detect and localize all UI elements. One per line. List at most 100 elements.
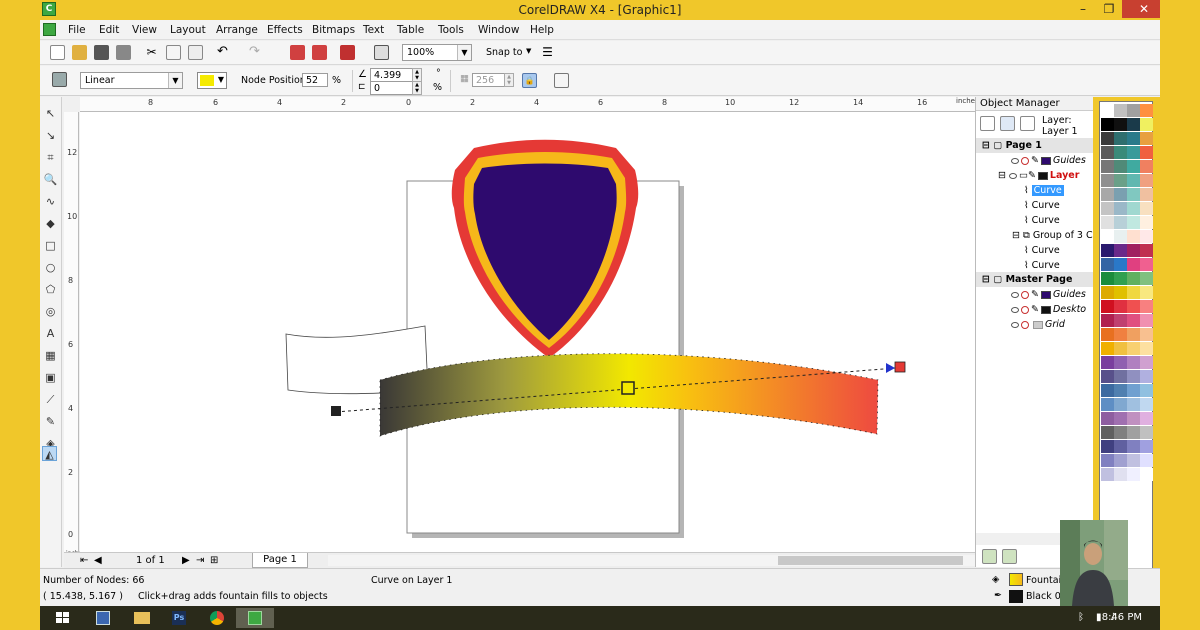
fill-type-combo[interactable]: Linear ▼ — [80, 72, 183, 89]
edge-pad-input[interactable]: 0 ▲ ▼ — [370, 81, 422, 95]
palette-swatch[interactable] — [1114, 230, 1127, 243]
palette-swatch[interactable] — [1114, 454, 1127, 467]
palette-swatch[interactable] — [1101, 286, 1114, 299]
open-folder-icon[interactable] — [72, 45, 87, 60]
taskbar-floppy-icon[interactable] — [84, 608, 122, 628]
palette-swatch[interactable] — [1127, 314, 1140, 327]
palette-swatch[interactable] — [1140, 328, 1153, 341]
palette-swatch[interactable] — [1140, 440, 1153, 453]
palette-swatch[interactable] — [1101, 454, 1114, 467]
palette-swatch[interactable] — [1140, 272, 1153, 285]
palette-swatch[interactable] — [1101, 314, 1114, 327]
palette-swatch[interactable] — [1101, 412, 1114, 425]
interactive-effects-tool-icon[interactable]: ▣ — [43, 370, 58, 385]
tree-group[interactable]: ⊟ ⧉ Group of 3 C — [1012, 228, 1093, 243]
redo-icon[interactable]: ↷ — [247, 45, 262, 60]
previous-page-icon[interactable]: ◀ — [94, 555, 102, 566]
angle-input[interactable]: 4.399 ▲ ▼ — [370, 68, 422, 82]
tree-master-page[interactable]: ⊟ ▢ Master Page — [976, 272, 1094, 287]
palette-swatch[interactable] — [1114, 244, 1127, 257]
palette-swatch[interactable] — [1101, 146, 1114, 159]
palette-swatch[interactable] — [1101, 370, 1114, 383]
palette-swatch[interactable] — [1114, 314, 1127, 327]
lock-icon[interactable]: 🔒 — [522, 73, 537, 88]
palette-swatch[interactable] — [1101, 132, 1114, 145]
fill-end-handle[interactable] — [894, 361, 906, 373]
menu-text[interactable]: Text — [363, 24, 384, 36]
palette-swatch[interactable] — [1127, 384, 1140, 397]
menu-help[interactable]: Help — [530, 24, 554, 36]
network-icon[interactable]: ▮ — [1096, 612, 1102, 623]
palette-swatch[interactable] — [1127, 468, 1140, 481]
palette-swatch[interactable] — [1127, 370, 1140, 383]
palette-swatch[interactable] — [1140, 174, 1153, 187]
welcome-screen-icon[interactable] — [374, 45, 389, 60]
menu-view[interactable]: View — [132, 24, 157, 36]
palette-swatch[interactable] — [1127, 440, 1140, 453]
bluetooth-icon[interactable]: ᛒ — [1078, 612, 1084, 623]
palette-swatch[interactable] — [1127, 202, 1140, 215]
zoom-level-combo[interactable]: 100% ▼ — [402, 44, 472, 61]
steps-input[interactable]: 256 ▲ ▼ — [472, 73, 514, 87]
palette-swatch[interactable] — [1127, 328, 1140, 341]
palette-swatch[interactable] — [1127, 244, 1140, 257]
palette-swatch[interactable] — [1114, 202, 1127, 215]
eye-icon[interactable] — [1011, 306, 1019, 313]
palette-swatch[interactable] — [1127, 300, 1140, 313]
palette-swatch[interactable] — [1114, 160, 1127, 173]
menu-file[interactable]: File — [68, 24, 86, 36]
show-object-properties-icon[interactable] — [1000, 116, 1015, 131]
new-document-icon[interactable] — [50, 45, 65, 60]
palette-swatch[interactable] — [1140, 230, 1153, 243]
first-page-icon[interactable]: ⇤ — [80, 555, 88, 566]
palette-swatch[interactable] — [1140, 300, 1153, 313]
tree-master-guides[interactable]: ✎ Guides — [1011, 287, 1086, 302]
copy-fill-icon[interactable] — [554, 73, 569, 88]
palette-swatch[interactable] — [1140, 188, 1153, 201]
palette-swatch[interactable] — [1114, 146, 1127, 159]
outline-tool-icon[interactable]: ✎ — [43, 414, 58, 429]
scrollbar-thumb[interactable] — [778, 556, 963, 565]
palette-swatch[interactable] — [1114, 426, 1127, 439]
outline-swatch[interactable] — [1009, 590, 1023, 603]
fill-swatch[interactable] — [1009, 573, 1023, 586]
palette-swatch[interactable] — [1114, 286, 1127, 299]
no-print-icon[interactable] — [1021, 305, 1029, 314]
tree-layer-1[interactable]: ⊟ ▭✎ Layer — [998, 168, 1079, 183]
shape-tool-icon[interactable]: ↘ — [43, 128, 58, 143]
snap-to-button[interactable]: Snap to — [486, 47, 522, 58]
palette-swatch[interactable] — [1114, 216, 1127, 229]
application-launcher-icon[interactable] — [340, 45, 355, 60]
palette-swatch[interactable] — [1127, 342, 1140, 355]
copy-icon[interactable] — [166, 45, 181, 60]
palette-swatch[interactable] — [1127, 272, 1140, 285]
menu-bitmaps[interactable]: Bitmaps — [312, 24, 355, 36]
layer-manager-view-icon[interactable] — [1020, 116, 1035, 131]
palette-swatch[interactable] — [1140, 146, 1153, 159]
palette-swatch[interactable] — [1114, 188, 1127, 201]
page-tab[interactable]: Page 1 — [252, 553, 308, 568]
menu-window[interactable]: Window — [478, 24, 519, 36]
eye-icon[interactable] — [1008, 172, 1017, 179]
taskbar-coreldraw-icon[interactable] — [236, 608, 274, 628]
palette-swatch[interactable] — [1101, 426, 1114, 439]
palette-swatch[interactable] — [1127, 230, 1140, 243]
taskbar-clock[interactable]: 8:46 PM — [1102, 612, 1142, 623]
export-icon[interactable] — [312, 45, 327, 60]
palette-swatch[interactable] — [1114, 300, 1127, 313]
crop-tool-icon[interactable]: ⌗ — [43, 150, 58, 165]
taskbar-photoshop-icon[interactable]: Ps — [160, 608, 198, 628]
palette-swatch[interactable] — [1101, 272, 1114, 285]
palette-swatch[interactable] — [1101, 188, 1114, 201]
node-color-picker[interactable]: ▼ — [197, 72, 227, 89]
menu-tools[interactable]: Tools — [438, 24, 464, 36]
tree-grid[interactable]: Grid — [1011, 317, 1065, 332]
palette-swatch[interactable] — [1140, 104, 1153, 117]
palette-swatch[interactable] — [1140, 132, 1153, 145]
palette-swatch[interactable] — [1114, 258, 1127, 271]
palette-swatch[interactable] — [1101, 104, 1114, 117]
palette-swatch[interactable] — [1101, 440, 1114, 453]
palette-swatch[interactable] — [1101, 202, 1114, 215]
zoom-tool-icon[interactable]: 🔍 — [43, 172, 58, 187]
spin-arrows-icon[interactable]: ▲ ▼ — [412, 81, 422, 95]
